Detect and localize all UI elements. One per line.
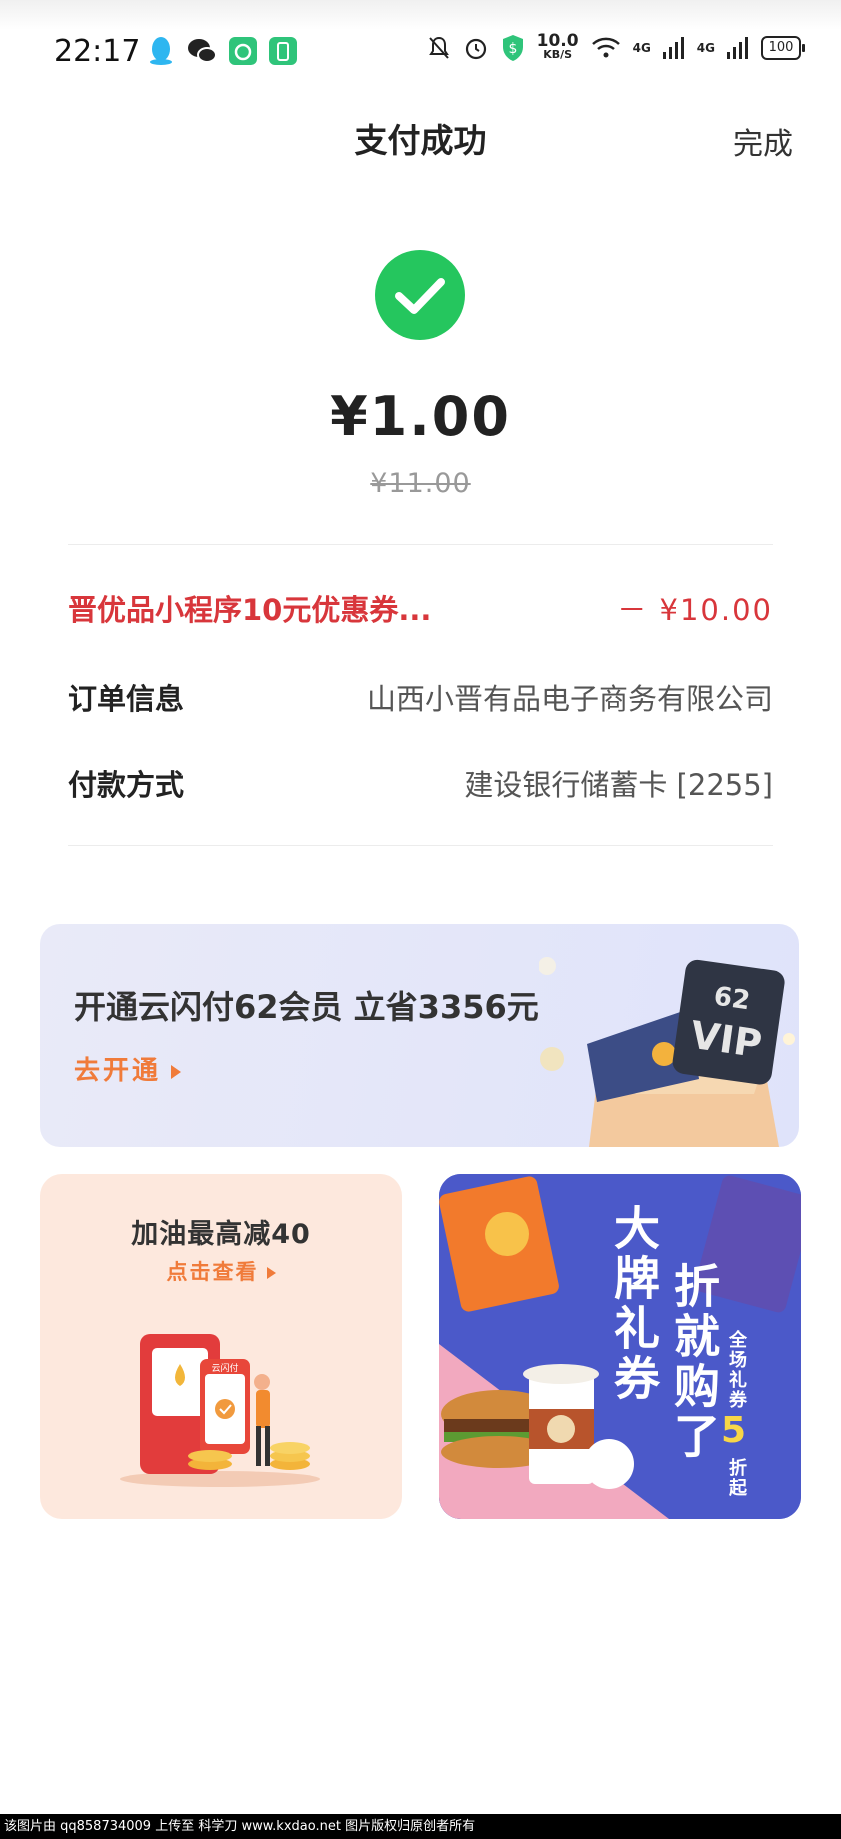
divider — [68, 845, 773, 846]
net-speed: 10.0 KB/S — [536, 31, 579, 62]
signal-icon — [662, 37, 684, 59]
coupon-label: 晋优品小程序10元优惠券... — [68, 593, 432, 627]
vip-gift-box-icon: 62 VIP — [539, 957, 795, 1147]
mute-icon — [428, 36, 449, 59]
signal-icon — [727, 37, 748, 59]
shield-icon: $ — [502, 35, 523, 61]
status-time: 22:17 — [54, 34, 141, 69]
payment-method-label: 付款方式 — [68, 768, 185, 802]
brand-small-text-2: 折起 — [726, 1458, 747, 1498]
svg-text:$: $ — [508, 41, 517, 57]
status-right-group: $ 10.0 KB/S 4G 4G 100 — [427, 31, 805, 62]
page-title: 支付成功 — [354, 121, 487, 160]
wechat-icon — [188, 39, 217, 63]
brand-headline-2: 折就购了 — [667, 1262, 721, 1462]
fuel-promo-card[interactable]: 加油最高减40 点击查看 云闪付 — [40, 1174, 402, 1519]
brand-headline-1: 大牌礼券 — [607, 1204, 661, 1404]
fuel-promo-title: 加油最高减40 — [131, 1219, 311, 1250]
alarm-icon — [465, 38, 486, 60]
order-info-label: 订单信息 — [68, 682, 185, 716]
vip-banner-title: 开通云闪付62会员 立省3356元 — [74, 988, 539, 1026]
brand-discount-number: 5 — [721, 1410, 747, 1451]
divider — [68, 544, 773, 545]
coupon-value: － ¥10.00 — [617, 593, 773, 627]
payment-method-value: 建设银行储蓄卡 [2255] — [464, 768, 773, 802]
done-button[interactable]: 完成 — [733, 119, 793, 163]
coupon-row: 晋优品小程序10元优惠券... － ¥10.00 — [68, 583, 773, 633]
vip-banner[interactable]: 开通云闪付62会员 立省3356元 去开通 62 VIP — [40, 924, 799, 1147]
nav-bar: 支付成功 完成 — [0, 100, 841, 180]
battery-icon: 100 — [761, 36, 805, 60]
fuel-phone-label: 云闪付 — [211, 1363, 238, 1374]
signal-label-2: 4G — [696, 41, 715, 55]
fuel-promo-link[interactable]: 点击查看 — [40, 1256, 402, 1286]
paid-amount: ¥1.00 — [330, 385, 511, 448]
order-info-value: 山西小晋有品电子商务有限公司 — [366, 682, 773, 716]
battery-saver-icon — [269, 37, 297, 65]
app-icon — [229, 37, 257, 65]
status-bar: 22:17 $ 10.0 KB/S 4G 4G 100 — [0, 0, 841, 100]
signal-label-1: 4G — [632, 41, 651, 55]
brand-coupon-card[interactable]: 大牌礼券 折就购了 全场礼券 5 折起 — [439, 1174, 801, 1519]
vip-badge-number: 62 — [712, 982, 752, 1017]
wifi-icon — [591, 37, 620, 58]
vip-open-link[interactable]: 去开通 — [74, 1050, 181, 1087]
watermark-bar: 该图片由 qq858734009 上传至 科学刀 www.kxdao.net 图… — [0, 1814, 841, 1839]
payment-method-row: 付款方式 建设银行储蓄卡 [2255] — [68, 758, 773, 808]
order-info-row: 订单信息 山西小晋有品电子商务有限公司 — [68, 672, 773, 722]
original-amount: ¥11.00 — [370, 468, 471, 499]
fuel-pump-illustration: 云闪付 — [120, 1334, 320, 1487]
brand-small-text-1: 全场礼券 — [726, 1330, 747, 1410]
qq-icon — [150, 37, 172, 65]
success-check-icon — [375, 250, 465, 340]
